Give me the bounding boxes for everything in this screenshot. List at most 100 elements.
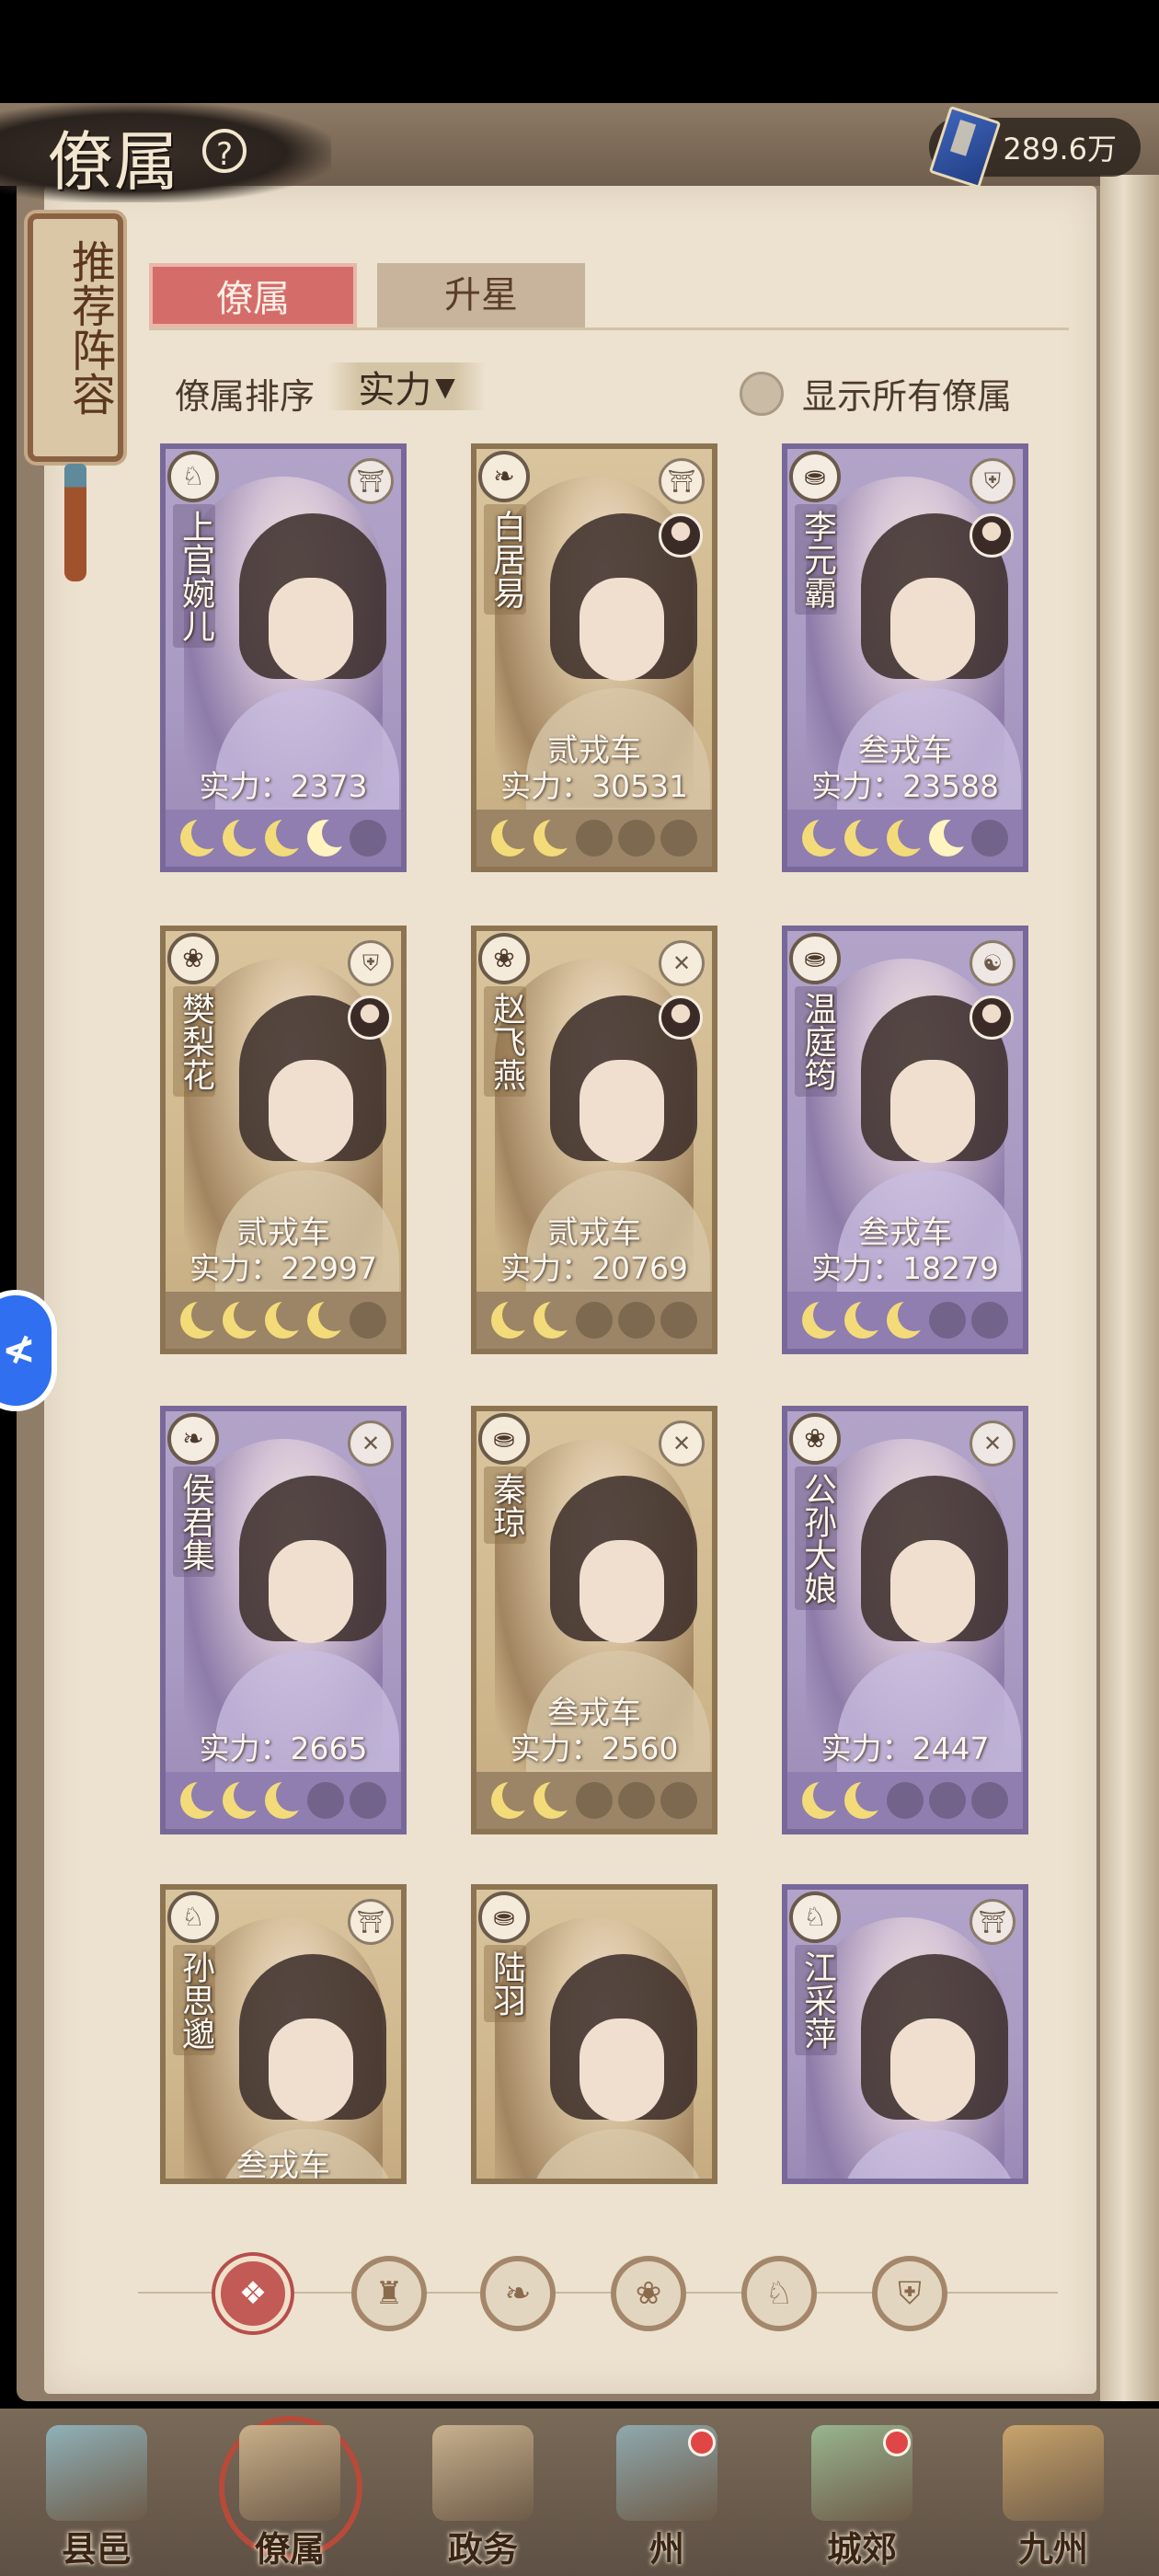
character-name: 秦琼 <box>484 1466 526 1544</box>
nav-item[interactable]: 僚属 <box>219 2416 362 2576</box>
recommended-lineup-label: 推荐阵容 <box>63 239 115 416</box>
star-level-bar <box>476 1292 712 1349</box>
portrait-face <box>269 1060 353 1163</box>
portrait-face <box>269 2018 353 2122</box>
subordinate-card[interactable]: ❧ ✕ 侯君集 实力：2665 <box>160 1406 407 1834</box>
moon-star-icon <box>618 1302 655 1339</box>
status-bar <box>0 0 1159 103</box>
moon-star-icon <box>802 1778 846 1819</box>
moon-star-icon <box>180 816 224 857</box>
portrait-face <box>890 578 975 681</box>
subordinate-card[interactable]: ⛂ ✕ 秦琼 叁戎车 实力：2560 <box>471 1406 717 1834</box>
moon-star-icon <box>223 1778 267 1819</box>
nav-illustration-icon <box>46 2425 147 2521</box>
nav-item[interactable]: 县邑 <box>28 2425 166 2576</box>
class-type-icon: ⛩ <box>970 1899 1016 1945</box>
power-value: 实力：23588 <box>811 768 999 804</box>
star-level-bar <box>787 1292 1023 1349</box>
class-type-icon: ⛩ <box>348 1899 394 1945</box>
moon-star-icon <box>265 1298 309 1339</box>
subordinate-card[interactable]: ⛂ ☯ 温庭筠 叁戎车 实力：18279 <box>782 926 1028 1354</box>
sort-dropdown[interactable]: 实力 ▼ <box>327 362 486 411</box>
help-icon[interactable]: ? <box>202 129 247 173</box>
subordinate-card[interactable]: ♘ ⛩ 江采萍 <box>782 1884 1028 2184</box>
subordinate-card[interactable]: ♘ ⛩ 上官婉儿 实力：2373 <box>160 443 407 872</box>
star-level-bar <box>787 1772 1023 1829</box>
star-level-bar <box>787 810 1023 867</box>
faction-icon: ♘ <box>167 1892 219 1943</box>
hat-filter-icon[interactable]: ♜ <box>351 2256 427 2331</box>
subordinate-card[interactable]: ❧ ⛩ 白居易 贰戎车 实力：30531 <box>471 443 717 872</box>
show-all-label: 显示所有僚属 <box>802 376 1013 417</box>
moon-star-icon <box>660 1782 697 1819</box>
page-curl <box>1100 175 1159 2401</box>
character-name: 上官婉儿 <box>173 504 215 648</box>
nav-illustration-icon <box>239 2425 340 2521</box>
nav-item[interactable]: 州 <box>598 2425 736 2576</box>
portrait-face <box>890 1060 975 1163</box>
subordinate-card[interactable]: ❀ ✕ 赵飞燕 贰戎车 实力：20769 <box>471 926 717 1354</box>
moon-star-icon <box>223 816 267 857</box>
fan-filter-icon[interactable]: ❀ <box>611 2256 686 2331</box>
moon-star-icon <box>929 1782 966 1819</box>
subordinate-card[interactable]: ⛂ ⛨ 李元霸 叁戎车 实力：23588 <box>782 443 1028 872</box>
star-level-bar <box>476 1772 712 1829</box>
power-value: 实力：2447 <box>820 1731 990 1766</box>
tab-row: 僚属 升星 <box>149 263 1069 330</box>
character-name: 侯君集 <box>173 1466 215 1577</box>
moon-star-icon <box>491 1298 535 1339</box>
moon-star-icon <box>491 1778 535 1819</box>
moon-star-icon <box>844 1778 889 1819</box>
moon-star-icon <box>576 820 613 857</box>
nav-item[interactable]: 城郊 <box>793 2425 931 2576</box>
signal-icon: ≮ <box>2 1327 36 1374</box>
sort-label: 僚属排序 <box>175 376 316 417</box>
tassel-ornament <box>64 464 86 581</box>
moon-star-icon <box>534 1778 578 1819</box>
moon-star-icon <box>307 818 351 857</box>
tab-subordinates[interactable]: 僚属 <box>149 263 357 328</box>
faction-icon: ♘ <box>167 451 219 502</box>
notification-badge <box>883 2429 911 2456</box>
class-type-icon: ✕ <box>348 1420 394 1466</box>
horse-filter-icon[interactable]: ♘ <box>741 2256 817 2331</box>
faction-icon: ⛂ <box>789 933 841 984</box>
moon-star-icon <box>618 820 655 857</box>
rabbit-filter-icon[interactable]: ❧ <box>480 2256 556 2331</box>
all-filter-icon[interactable]: ❖ <box>215 2256 291 2331</box>
currency-value: 289.6万 <box>1003 132 1117 167</box>
moon-star-icon <box>618 1782 655 1819</box>
nav-label: 城郊 <box>826 2528 897 2570</box>
portrait-face <box>890 1540 975 1643</box>
nav-item[interactable]: 政务 <box>414 2425 552 2576</box>
power-value: 实力：30531 <box>500 768 688 804</box>
tab-star-upgrade[interactable]: 升星 <box>377 263 585 328</box>
subordinate-card[interactable]: ❀ ✕ 公孙大娘 实力：2447 <box>782 1406 1028 1834</box>
show-all-toggle[interactable] <box>740 372 784 416</box>
page-title: 僚属 <box>48 124 180 200</box>
subordinate-card[interactable]: ♘ ⛩ 孙思邈 叁戎车 <box>160 1884 407 2184</box>
moon-star-icon <box>887 816 931 857</box>
character-name: 江采萍 <box>795 1945 837 2055</box>
moon-star-icon <box>350 1782 386 1819</box>
moon-star-icon <box>307 1298 351 1339</box>
subordinate-card[interactable]: ❀ ⛨ 樊梨花 贰戎车 实力：22997 <box>160 926 407 1354</box>
portrait-face <box>580 578 664 681</box>
shield-filter-icon[interactable]: ⛨ <box>872 2256 947 2331</box>
star-level-bar <box>166 810 401 867</box>
chevron-down-icon: ▼ <box>435 371 455 402</box>
moon-star-icon <box>180 1778 224 1819</box>
character-name: 李元霸 <box>795 504 837 615</box>
moon-star-icon <box>534 1298 578 1339</box>
subordinate-card[interactable]: ⛂ 陆羽 <box>471 1884 717 2184</box>
currency-display[interactable]: 289.6万 <box>929 105 1141 190</box>
partner-avatar <box>659 513 703 558</box>
character-name: 白居易 <box>484 504 526 615</box>
nav-label: 州 <box>648 2528 684 2570</box>
rank-label: 叁戎车 <box>236 2147 330 2184</box>
notification-badge <box>688 2429 716 2456</box>
moon-star-icon <box>929 1302 966 1339</box>
character-name: 陆羽 <box>484 1945 526 2022</box>
nav-item[interactable]: 九州 <box>984 2425 1122 2576</box>
faction-icon: ❧ <box>167 1413 219 1465</box>
